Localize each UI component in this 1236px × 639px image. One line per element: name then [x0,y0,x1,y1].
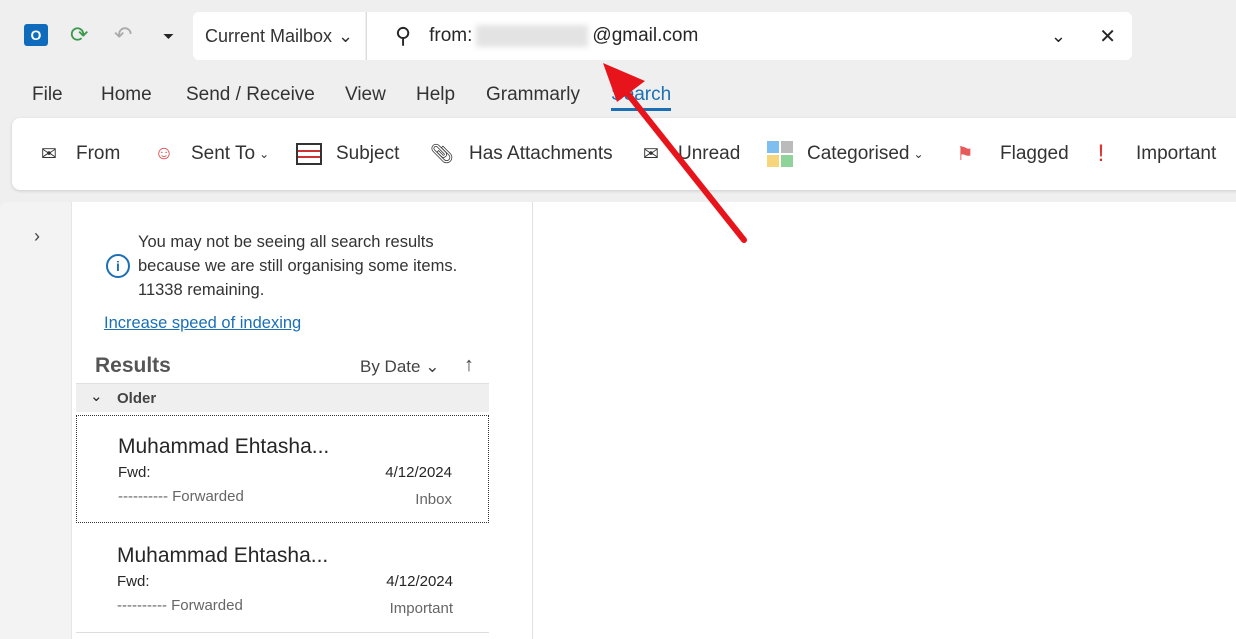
annotation-arrow [603,63,747,243]
arrow-head [603,63,645,102]
arrow-shaft [617,81,747,243]
